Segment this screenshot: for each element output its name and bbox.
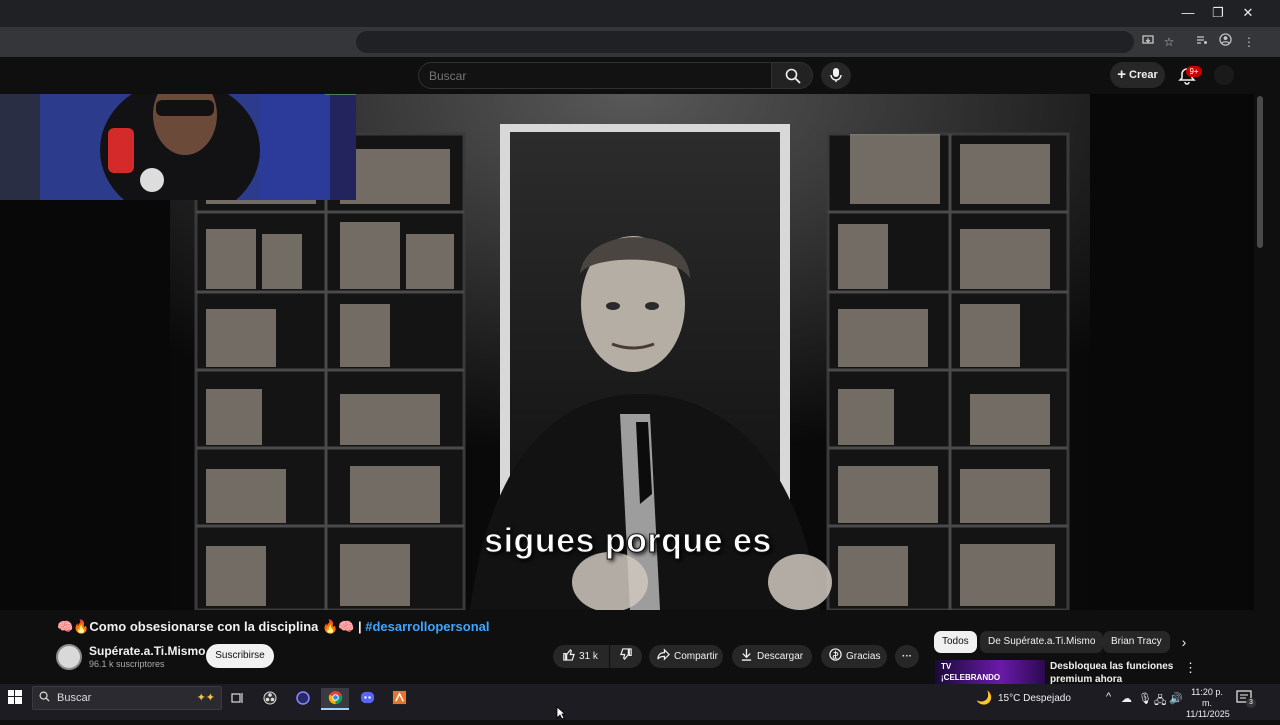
chrome-app-icon[interactable] xyxy=(321,688,349,710)
obs-app-icon[interactable] xyxy=(256,688,284,710)
taskbar-search[interactable]: Buscar ✦✦ xyxy=(32,686,222,710)
media-control-icon[interactable] xyxy=(1193,33,1211,51)
chip-from-channel[interactable]: De Supérate.a.Ti.Mismo xyxy=(980,631,1104,653)
promo-menu-icon[interactable]: ⋮ xyxy=(1184,660,1197,676)
super-thanks-icon xyxy=(828,645,842,668)
hashtag-link[interactable]: #desarrollopersonal xyxy=(365,619,489,634)
taskbar-search-text: Buscar xyxy=(57,692,92,704)
search-icon xyxy=(785,68,801,84)
subscribe-button[interactable]: Suscribirse xyxy=(206,644,274,668)
weather-text[interactable]: 15°C Despejado xyxy=(998,693,1071,704)
download-label: Descargar xyxy=(757,651,804,662)
chip-all[interactable]: Todos xyxy=(934,631,977,653)
search-box[interactable] xyxy=(418,62,772,89)
microphone-tray-icon[interactable]: 🎙 xyxy=(1138,692,1152,705)
mouse-cursor-icon xyxy=(556,706,567,720)
like-button[interactable]: 31 k xyxy=(553,645,609,668)
bookmark-star-icon[interactable]: ☆ xyxy=(1160,33,1178,51)
promo-logo-icon: TV xyxy=(941,662,952,671)
title-text: 🧠🔥Como obsesionarse con la disciplina 🔥🧠… xyxy=(57,619,366,634)
microphone-icon xyxy=(830,68,842,82)
video-player[interactable]: sigues porque es xyxy=(0,94,1254,610)
webcam-overlay xyxy=(0,94,356,200)
search-input[interactable] xyxy=(429,63,749,88)
notification-center-icon[interactable]: 3 xyxy=(1236,689,1256,708)
promo-thumbnail[interactable]: TV ¡CELEBRANDO xyxy=(935,660,1045,684)
scrollbar-thumb[interactable] xyxy=(1257,96,1263,248)
network-icon[interactable]: 🖧 xyxy=(1154,692,1166,711)
share-label: Compartir xyxy=(674,651,718,662)
volume-icon[interactable]: 🔊 xyxy=(1169,692,1183,705)
download-button[interactable]: Descargar xyxy=(732,645,812,668)
browser-menu-icon[interactable]: ⋮ xyxy=(1240,33,1258,51)
tray-overflow-icon[interactable]: ^ xyxy=(1106,691,1111,703)
channel-name[interactable]: Supérate.a.Ti.Mismo xyxy=(89,644,205,658)
weather-moon-icon[interactable]: 🌙 xyxy=(976,690,992,706)
circle-app-icon[interactable] xyxy=(289,688,317,710)
orange-app-icon[interactable] xyxy=(385,688,413,710)
create-button[interactable]: + Crear xyxy=(1110,62,1165,88)
plus-icon: + xyxy=(1117,66,1126,84)
close-window-button[interactable]: ✕ xyxy=(1234,4,1262,22)
chips-next-icon[interactable]: › xyxy=(1176,634,1192,650)
promo-title[interactable]: Desbloquea las funciones premium ahora xyxy=(1050,660,1173,686)
minimize-button[interactable]: — xyxy=(1174,4,1202,22)
notifications-badge: 9+ xyxy=(1186,66,1202,77)
more-actions-button[interactable]: ··· xyxy=(895,645,919,668)
chip-brian-tracy[interactable]: Brian Tracy xyxy=(1103,631,1170,653)
clock[interactable]: 11:20 p. m. 11/11/2025 xyxy=(1186,687,1230,720)
like-count: 31 k xyxy=(579,651,598,662)
video-caption: sigues porque es xyxy=(484,522,772,561)
create-label: Crear xyxy=(1129,69,1158,81)
search-button[interactable] xyxy=(771,62,813,89)
download-icon xyxy=(739,645,753,668)
thanks-button[interactable]: Gracias xyxy=(821,645,887,668)
copilot-sparkle-icon: ✦✦ xyxy=(196,692,215,704)
share-button[interactable]: Compartir xyxy=(649,645,723,668)
windows-start-icon[interactable] xyxy=(8,690,24,706)
date-text: 11/11/2025 xyxy=(1186,709,1230,719)
video-title: 🧠🔥Como obsesionarse con la disciplina 🔥🧠… xyxy=(57,619,490,635)
more-horizontal-icon: ··· xyxy=(902,651,912,662)
notification-count: 3 xyxy=(1246,698,1256,708)
promo-thumb-text: ¡CELEBRANDO xyxy=(941,673,1001,682)
maximize-button[interactable]: ❐ xyxy=(1204,4,1232,22)
account-avatar[interactable] xyxy=(1214,65,1234,85)
browser-titlebar xyxy=(0,0,1280,27)
profile-icon[interactable] xyxy=(1216,33,1234,51)
share-arrow-icon xyxy=(656,645,670,668)
task-view-icon[interactable] xyxy=(223,688,251,710)
dislike-button[interactable] xyxy=(610,645,642,668)
time-text: 11:20 p. m. xyxy=(1191,687,1223,708)
address-bar[interactable] xyxy=(356,31,1134,53)
thumbs-up-icon xyxy=(561,645,575,668)
voice-search-button[interactable] xyxy=(821,62,851,89)
cloud-sync-icon[interactable]: ☁ xyxy=(1121,692,1132,705)
search-icon xyxy=(39,687,50,709)
channel-avatar[interactable] xyxy=(56,644,82,670)
thumbs-down-icon xyxy=(619,648,633,662)
promo-line-1: Desbloquea las funciones xyxy=(1050,661,1174,672)
install-app-icon[interactable] xyxy=(1139,33,1157,51)
subscriber-count: 96.1 k suscriptores xyxy=(89,659,165,669)
discord-app-icon[interactable] xyxy=(353,688,381,710)
thanks-label: Gracias xyxy=(846,651,881,662)
